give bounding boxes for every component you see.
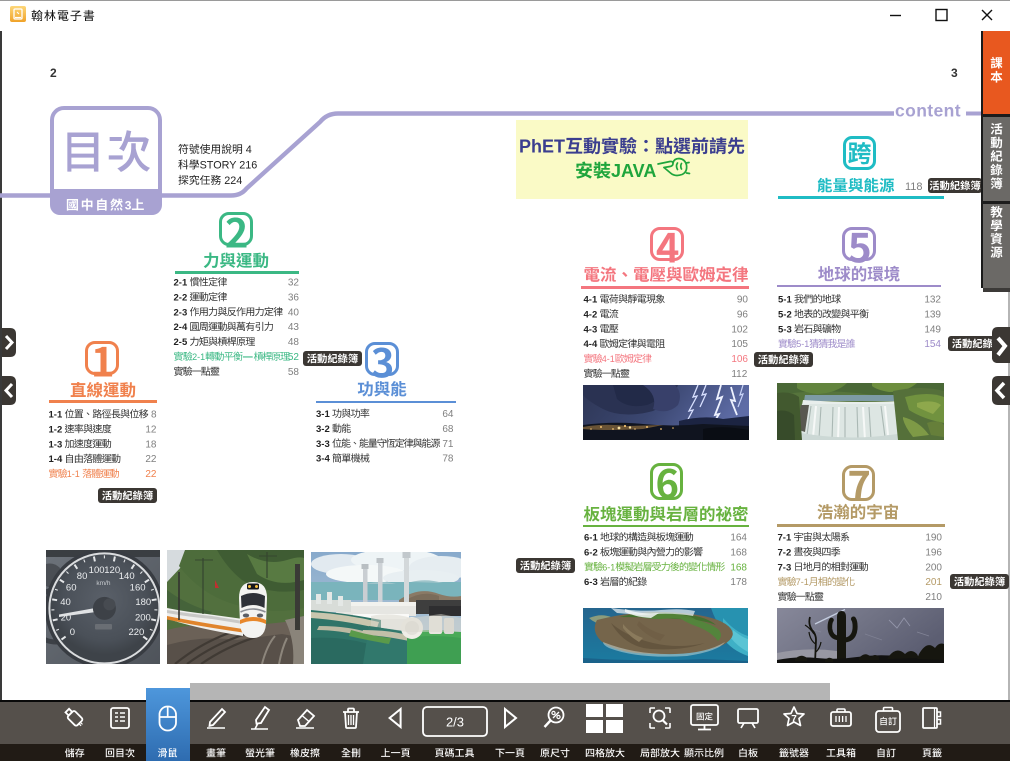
- svg-text:7-3: 7-3: [778, 562, 792, 573]
- svg-text:36: 36: [288, 292, 300, 303]
- svg-text:52: 52: [288, 352, 300, 363]
- svg-text:2/3: 2/3: [446, 715, 464, 730]
- svg-text:58: 58: [288, 367, 300, 378]
- svg-text:78: 78: [442, 454, 454, 465]
- svg-text:6-1: 6-1: [584, 533, 598, 544]
- svg-text:40: 40: [288, 307, 300, 318]
- svg-text:3: 3: [951, 66, 958, 80]
- svg-text:71: 71: [442, 439, 454, 450]
- svg-text:3-4: 3-4: [316, 454, 330, 465]
- svg-text:18: 18: [145, 439, 157, 450]
- svg-text:1-3: 1-3: [49, 439, 63, 450]
- svg-text:149: 149: [924, 324, 941, 335]
- svg-text:224: 224: [224, 175, 242, 187]
- svg-text:105: 105: [731, 339, 748, 350]
- svg-text:2: 2: [50, 66, 57, 80]
- svg-text:64: 64: [442, 409, 454, 420]
- svg-text:3-2: 3-2: [316, 424, 330, 435]
- svg-text:2-4: 2-4: [174, 322, 188, 333]
- svg-text:2-5: 2-5: [174, 337, 188, 348]
- svg-text:6-2: 6-2: [584, 547, 598, 558]
- svg-text:22: 22: [145, 469, 157, 480]
- svg-text:PhET: PhET: [519, 137, 565, 157]
- svg-text:4-3: 4-3: [584, 324, 598, 335]
- svg-text:201: 201: [925, 577, 942, 588]
- svg-text:2-1: 2-1: [192, 352, 205, 362]
- svg-text:7: 7: [791, 714, 797, 725]
- svg-text:5-1: 5-1: [796, 339, 809, 349]
- svg-text:3-1: 3-1: [316, 409, 330, 420]
- svg-text:6-3: 6-3: [584, 577, 598, 588]
- svg-text:4-1: 4-1: [602, 354, 615, 364]
- svg-text:154: 154: [924, 339, 941, 350]
- svg-text:48: 48: [288, 337, 300, 348]
- svg-text:1-1: 1-1: [67, 469, 80, 479]
- svg-text:7-1: 7-1: [778, 533, 792, 544]
- svg-text:112: 112: [731, 369, 747, 380]
- svg-text:4: 4: [246, 144, 252, 156]
- svg-text:90: 90: [737, 295, 749, 306]
- svg-text:12: 12: [145, 424, 157, 435]
- svg-text:196: 196: [925, 547, 942, 558]
- svg-text:5-1: 5-1: [778, 295, 792, 306]
- svg-text:168: 168: [730, 562, 747, 573]
- svg-text:4-1: 4-1: [584, 295, 598, 306]
- svg-text:1-4: 1-4: [49, 454, 63, 465]
- svg-text:210: 210: [925, 592, 942, 603]
- svg-text:164: 164: [730, 533, 747, 544]
- svg-text:2-3: 2-3: [174, 307, 188, 318]
- svg-text:6-1: 6-1: [602, 562, 615, 572]
- svg-text:22: 22: [145, 454, 157, 465]
- svg-text:102: 102: [731, 324, 748, 335]
- svg-text:JAVA: JAVA: [611, 161, 656, 181]
- svg-text:132: 132: [924, 295, 941, 306]
- svg-text:68: 68: [442, 424, 454, 435]
- svg-text:168: 168: [730, 547, 747, 558]
- svg-text:content: content: [895, 101, 961, 121]
- svg-text:2-1: 2-1: [174, 278, 188, 289]
- svg-text:43: 43: [288, 322, 300, 333]
- svg-text:178: 178: [730, 577, 747, 588]
- svg-text:7-1: 7-1: [796, 577, 809, 587]
- svg-text:32: 32: [288, 278, 300, 289]
- svg-text:5-2: 5-2: [778, 309, 792, 320]
- svg-text:1-2: 1-2: [49, 424, 63, 435]
- svg-text:106: 106: [731, 354, 748, 365]
- svg-text:96: 96: [737, 309, 749, 320]
- svg-text:8: 8: [151, 410, 157, 421]
- svg-text:3: 3: [125, 199, 132, 213]
- svg-text:3-3: 3-3: [316, 439, 330, 450]
- svg-text:139: 139: [924, 309, 941, 320]
- svg-text:7-2: 7-2: [778, 547, 792, 558]
- svg-text:2-2: 2-2: [174, 292, 188, 303]
- svg-text:190: 190: [925, 533, 942, 544]
- svg-text:4-2: 4-2: [584, 309, 598, 320]
- svg-text:5-3: 5-3: [778, 324, 792, 335]
- svg-text:200: 200: [925, 562, 942, 573]
- svg-text:STORY 216: STORY 216: [200, 160, 258, 172]
- svg-text:4-4: 4-4: [584, 339, 598, 350]
- svg-text:1-1: 1-1: [49, 410, 63, 421]
- svg-text:118: 118: [905, 181, 923, 193]
